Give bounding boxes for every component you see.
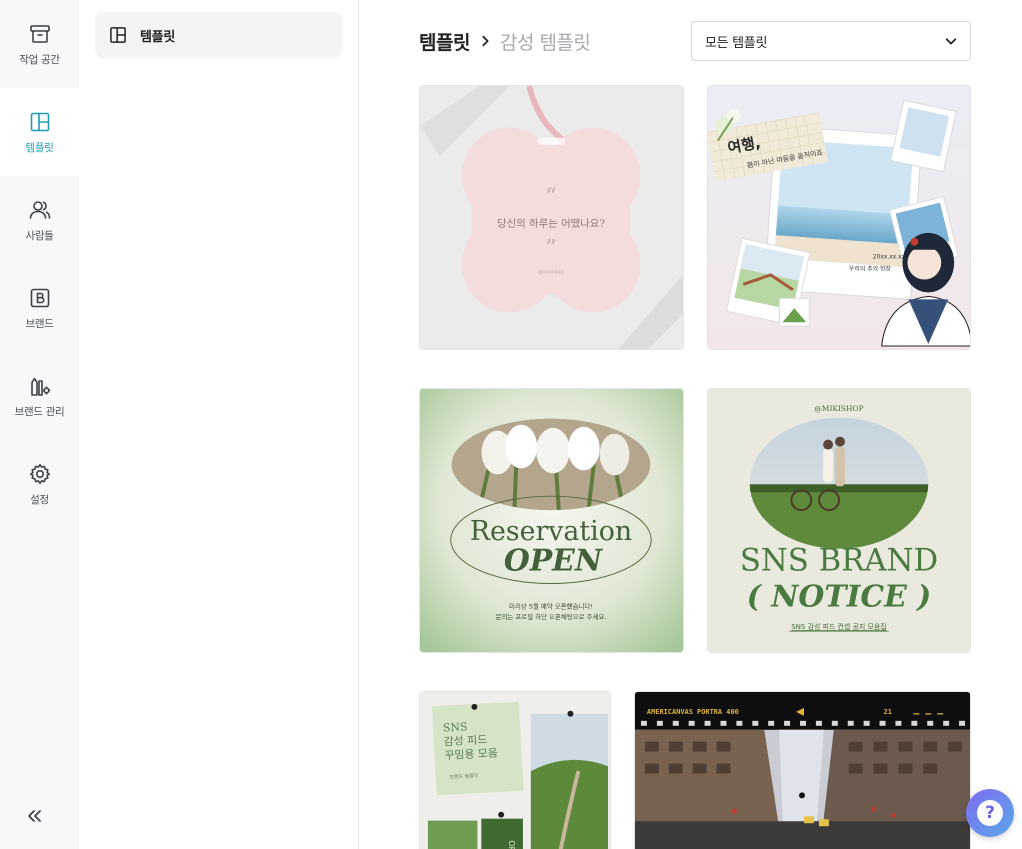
- rail-item-workspace[interactable]: 작업 공간: [0, 0, 79, 88]
- template-subpanel: 템플릿: [79, 0, 359, 849]
- flower-quote-thumbnail: “ 당신의 하루는 어땠나요? ” @kaiiilaaa: [420, 86, 683, 349]
- archive-box-icon: [29, 24, 50, 43]
- template-card-travel-collage[interactable]: 여행, 몸이 아닌 마음을 움직이죠 20xx.xx.xx 우리의 추억 한장: [707, 85, 971, 350]
- breadcrumb-current: 감성 템플릿: [499, 31, 591, 54]
- template-card-reservation-open[interactable]: Reservation OPEN 미리상 5월 예약 오픈했습니다! 문의는 프…: [419, 388, 684, 653]
- card-handle: @kaiiilaaa: [538, 270, 563, 276]
- template-card-sns-feed[interactable]: SNS 감성 피드 꾸밈용 모음 브랜드 템플릿 OP: [419, 691, 611, 849]
- card-caption: SNS 감성 피드 컨셉 공지 모음집: [791, 622, 886, 631]
- template-card-film-city[interactable]: AMERICANVAS PORTRA 400 21: [634, 691, 971, 849]
- card-quote-text: 당신의 하루는 어땠나요?: [497, 217, 605, 230]
- brand-b-icon: [30, 288, 49, 307]
- travel-collage-thumbnail: 여행, 몸이 아닌 마음을 움직이죠 20xx.xx.xx 우리의 추억 한장: [708, 86, 970, 349]
- rail-item-label: 사람들: [25, 229, 54, 242]
- reservation-open-thumbnail: Reservation OPEN 미리상 5월 예약 오픈했습니다! 문의는 프…: [420, 389, 683, 652]
- rail-item-templates[interactable]: 템플릿: [0, 88, 79, 176]
- card-side-text: OP: [507, 840, 516, 849]
- card-emphasis: ( NOTICE ): [747, 579, 931, 614]
- svg-text:“: “: [545, 184, 556, 209]
- card-date: 20xx.xx.xx: [873, 254, 906, 261]
- card-title-line2: 감성 피드: [443, 733, 487, 748]
- rail-item-people[interactable]: 사람들: [0, 176, 79, 264]
- rail-item-settings[interactable]: 설정: [0, 440, 79, 528]
- breadcrumb-root-link[interactable]: 템플릿: [419, 28, 470, 55]
- card-film-label: AMERICANVAS PORTRA 400: [647, 708, 739, 716]
- card-line1: 미리상 5월 예약 오픈했습니다!: [509, 601, 593, 610]
- card-title: SNS BRAND: [740, 543, 938, 579]
- help-button[interactable]: ?: [966, 789, 1014, 837]
- brand-manage-icon: [30, 377, 50, 396]
- card-title-line1: SNS: [443, 720, 468, 734]
- card-handle: @MIKISHOP: [814, 404, 863, 413]
- template-filter-select[interactable]: 모든 템플릿: [691, 21, 971, 61]
- layout-template-icon: [30, 112, 49, 131]
- rail-item-label: 템플릿: [25, 141, 54, 154]
- card-line2: 문의는 프로필 하단 오픈채팅으로 주세요.: [496, 612, 607, 621]
- chevron-right-icon: [482, 35, 489, 47]
- chevron-down-icon: [945, 38, 957, 45]
- subpanel-item-templates[interactable]: 템플릿: [95, 12, 342, 58]
- film-city-thumbnail: AMERICANVAS PORTRA 400 21: [635, 692, 970, 849]
- rail-item-label: 브랜드 관리: [14, 405, 65, 418]
- double-chevron-left-icon[interactable]: [22, 804, 46, 828]
- gear-icon: [29, 463, 50, 484]
- card-caption: 우리의 추억 한장: [849, 265, 892, 273]
- subpanel-item-label: 템플릿: [140, 29, 175, 45]
- template-card-flower-quote[interactable]: “ 당신의 하루는 어땠나요? ” @kaiiilaaa: [419, 85, 684, 350]
- people-icon: [29, 200, 50, 219]
- breadcrumb: 템플릿 감성 템플릿: [419, 28, 591, 55]
- rail-item-brand[interactable]: 브랜드: [0, 264, 79, 352]
- card-title-line3: 꾸밈용 모음: [444, 746, 498, 762]
- rail-item-label: 설정: [30, 493, 49, 506]
- left-nav-rail: 작업 공간 템플릿 사람들 브랜드 브랜드 관리 설정: [0, 0, 79, 849]
- svg-text:”: ”: [545, 236, 556, 261]
- question-mark-icon: ?: [977, 800, 1003, 826]
- sns-feed-thumbnail: SNS 감성 피드 꾸밈용 모음 브랜드 템플릿 OP: [420, 692, 610, 849]
- template-filter-value: 모든 템플릿: [705, 35, 768, 51]
- rail-item-brand-manage[interactable]: 브랜드 관리: [0, 352, 79, 440]
- template-gallery: 템플릿 감성 템플릿 모든 템플릿 “ 당신의 하루는 어땠나요? ” @kai…: [360, 0, 1022, 849]
- rail-item-label: 브랜드: [25, 317, 54, 330]
- sns-brand-notice-thumbnail: @MIKISHOP SNS BRAND ( NOTICE ) SNS 감성 피드…: [708, 389, 970, 652]
- card-frame-number: 21: [884, 708, 892, 716]
- card-title: Reservation: [470, 516, 632, 547]
- template-card-sns-brand-notice[interactable]: @MIKISHOP SNS BRAND ( NOTICE ) SNS 감성 피드…: [707, 388, 971, 653]
- layout-template-icon: [110, 27, 126, 43]
- rail-item-label: 작업 공간: [19, 53, 60, 66]
- card-emphasis: OPEN: [504, 544, 604, 579]
